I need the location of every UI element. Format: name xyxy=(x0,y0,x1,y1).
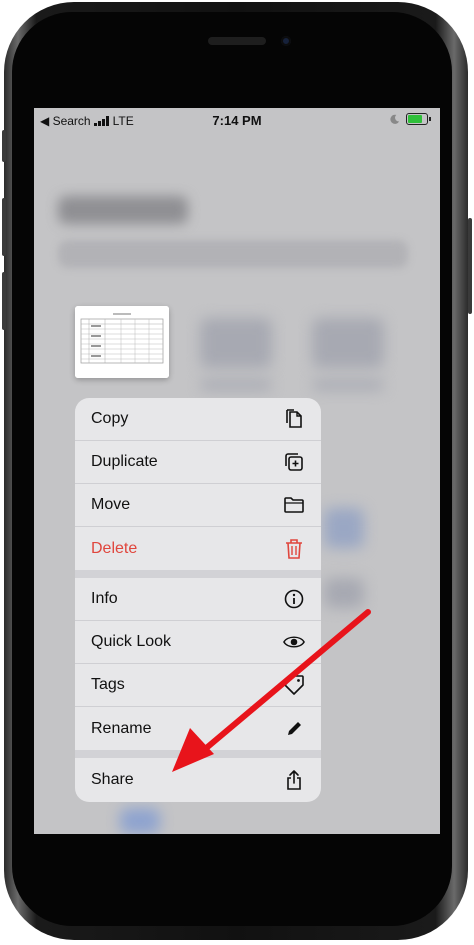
blurred-search-field xyxy=(58,240,408,268)
pencil-icon xyxy=(283,718,305,740)
menu-item-rename[interactable]: Rename xyxy=(75,707,321,750)
menu-label: Info xyxy=(91,590,118,607)
copy-icon xyxy=(283,408,305,430)
battery-icon xyxy=(406,113,431,125)
earpiece-speaker xyxy=(208,37,266,45)
menu-label: Rename xyxy=(91,719,152,737)
battery-level xyxy=(408,115,422,123)
menu-label: Share xyxy=(91,770,134,788)
tag-icon xyxy=(283,674,305,696)
menu-item-tags[interactable]: Tags xyxy=(75,664,321,707)
blurred-item xyxy=(120,808,160,834)
context-menu: Copy Duplicate Move Delete Info Quick Lo… xyxy=(75,398,321,802)
moon-icon xyxy=(390,114,400,124)
menu-item-quick-look[interactable]: Quick Look xyxy=(75,621,321,664)
document-thumbnail[interactable] xyxy=(75,306,169,378)
trash-icon xyxy=(283,538,305,560)
status-bar: ◀ Search LTE 7:14 PM xyxy=(34,108,440,132)
menu-item-share[interactable]: Share xyxy=(75,758,321,801)
spreadsheet-preview-icon xyxy=(75,306,169,378)
menu-item-info[interactable]: Info xyxy=(75,578,321,621)
menu-label: Quick Look xyxy=(91,633,172,650)
menu-label: Move xyxy=(91,496,131,513)
status-right xyxy=(389,113,431,125)
menu-separator xyxy=(75,570,321,578)
blurred-item xyxy=(324,578,364,608)
screen: ◀ Search LTE 7:14 PM Copy Duplicate Move… xyxy=(34,108,440,834)
silent-switch xyxy=(2,130,6,162)
blurred-item xyxy=(312,380,384,390)
blurred-title xyxy=(58,196,188,224)
menu-item-move[interactable]: Move xyxy=(75,484,321,527)
menu-label: Tags xyxy=(91,676,125,693)
menu-item-duplicate[interactable]: Duplicate xyxy=(75,441,321,484)
info-icon xyxy=(283,588,305,610)
menu-label: Duplicate xyxy=(91,453,158,470)
blurred-item xyxy=(200,318,272,368)
menu-label: Delete xyxy=(91,539,138,557)
duplicate-icon xyxy=(283,451,305,473)
menu-item-copy[interactable]: Copy xyxy=(75,398,321,441)
front-camera xyxy=(281,36,291,46)
power-button xyxy=(468,218,472,314)
menu-separator xyxy=(75,750,321,758)
eye-icon xyxy=(283,631,305,653)
menu-item-delete[interactable]: Delete xyxy=(75,527,321,570)
volume-down-button xyxy=(2,272,6,330)
share-icon xyxy=(283,769,305,791)
blurred-item xyxy=(312,318,384,368)
blurred-item xyxy=(324,508,364,548)
volume-up-button xyxy=(2,198,6,256)
menu-label: Copy xyxy=(91,410,129,427)
blurred-item xyxy=(200,380,272,390)
status-time: 7:14 PM xyxy=(212,113,262,128)
folder-icon xyxy=(283,494,305,516)
